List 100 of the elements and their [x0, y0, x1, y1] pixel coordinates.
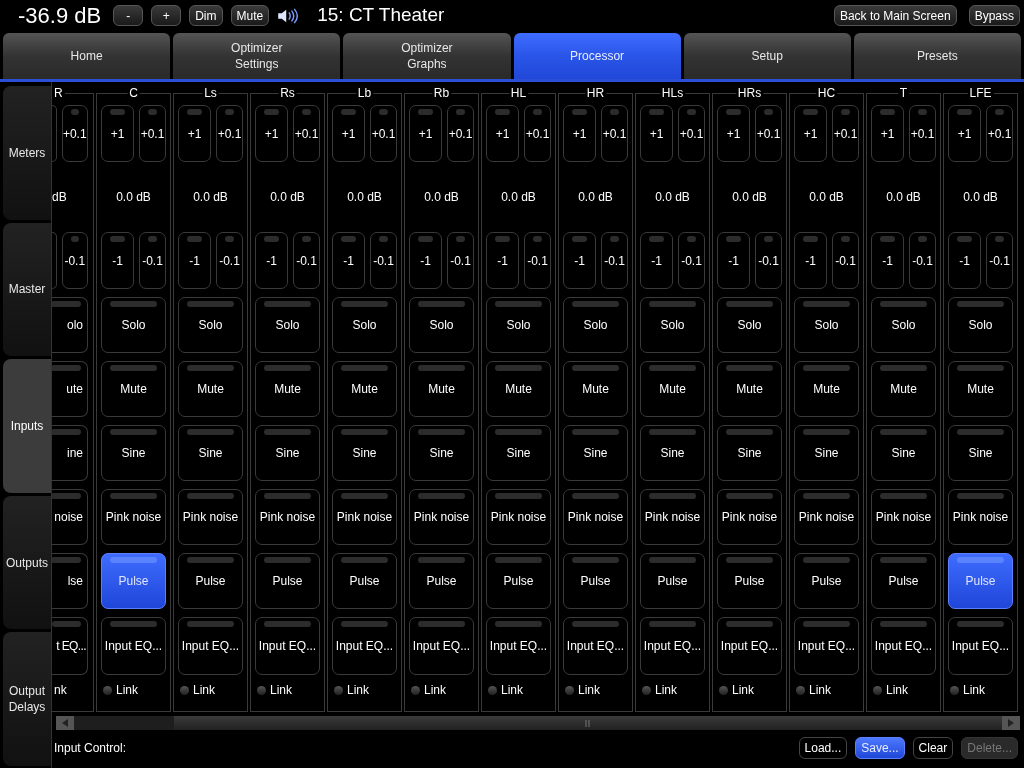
gain-up-button[interactable]: +1 — [255, 105, 288, 162]
gain-down-button[interactable]: -0.1 — [678, 232, 705, 289]
gain-up-button[interactable]: +1 — [794, 105, 827, 162]
link-label[interactable]: Link — [501, 681, 523, 699]
channel-button[interactable]: Pulse — [178, 553, 243, 609]
gain-down-button[interactable]: -0.1 — [755, 232, 782, 289]
channel-button[interactable]: Solo — [409, 297, 474, 353]
gain-up-button[interactable]: +1 — [563, 105, 596, 162]
channel-button[interactable]: Sine — [178, 425, 243, 481]
channel-button[interactable]: Pulse — [486, 553, 551, 609]
channel-button[interactable]: Pulse — [409, 553, 474, 609]
link-label[interactable]: Link — [424, 681, 446, 699]
link-label[interactable]: Link — [578, 681, 600, 699]
channel-button[interactable]: lse — [52, 553, 88, 609]
gain-up-button[interactable]: +1 — [717, 105, 750, 162]
channel-button[interactable]: Sine — [255, 425, 320, 481]
link-label[interactable]: Link — [270, 681, 292, 699]
gain-down-button[interactable]: -1 — [409, 232, 442, 289]
input-eq-button[interactable]: Input EQ... — [178, 617, 243, 675]
channel-button[interactable]: Mute — [717, 361, 782, 417]
gain-up-button[interactable]: +1 — [871, 105, 904, 162]
channel-button[interactable]: Sine — [948, 425, 1013, 481]
gain-down-button[interactable]: -1 — [486, 232, 519, 289]
gain-down-button[interactable]: -1 — [332, 232, 365, 289]
channel-button[interactable]: Pulse — [640, 553, 705, 609]
link-label[interactable]: nk — [54, 681, 67, 699]
channel-button[interactable]: Sine — [563, 425, 628, 481]
input-eq-button[interactable]: Input EQ... — [409, 617, 474, 675]
channel-button[interactable]: Sine — [101, 425, 166, 481]
channel-button[interactable]: Pulse — [948, 553, 1013, 609]
back-button[interactable]: Back to Main Screen — [833, 5, 957, 26]
channel-button[interactable]: Mute — [563, 361, 628, 417]
channel-button[interactable]: Sine — [332, 425, 397, 481]
channel-button[interactable]: Pink noise — [332, 489, 397, 545]
channel-button[interactable]: Solo — [717, 297, 782, 353]
side-tab[interactable]: Meters — [3, 86, 51, 220]
link-label[interactable]: Link — [809, 681, 831, 699]
link-label[interactable]: Link — [732, 681, 754, 699]
channel-button[interactable]: ine — [52, 425, 88, 481]
gain-down-button[interactable]: -1 — [563, 232, 596, 289]
gain-up-button[interactable]: +0.1 — [139, 105, 166, 162]
channel-button[interactable]: Sine — [717, 425, 782, 481]
channel-button[interactable]: olo — [52, 297, 88, 353]
gain-up-button[interactable]: +1 — [332, 105, 365, 162]
channel-button[interactable]: Solo — [332, 297, 397, 353]
gain-down-button[interactable]: -0.1 — [524, 232, 551, 289]
channel-button[interactable]: Sine — [486, 425, 551, 481]
volume-down-button[interactable]: - — [113, 5, 144, 26]
channel-button[interactable]: Pulse — [255, 553, 320, 609]
gain-down-button[interactable]: -0.1 — [601, 232, 628, 289]
channel-button[interactable]: Pink noise — [409, 489, 474, 545]
channel-button[interactable]: Mute — [948, 361, 1013, 417]
channel-button[interactable]: Pink noise — [563, 489, 628, 545]
channel-button[interactable]: Mute — [101, 361, 166, 417]
channel-button[interactable]: Solo — [640, 297, 705, 353]
link-label[interactable]: Link — [347, 681, 369, 699]
gain-down-button[interactable]: -1 — [255, 232, 288, 289]
gain-down-button[interactable]: -0.1 — [909, 232, 936, 289]
tab[interactable]: Presets — [853, 33, 1022, 79]
link-label[interactable]: Link — [655, 681, 677, 699]
gain-up-button[interactable]: +0.1 — [832, 105, 859, 162]
channel-button[interactable]: Sine — [794, 425, 859, 481]
input-eq-button[interactable]: Input EQ... — [871, 617, 936, 675]
gain-up-button[interactable]: +0.1 — [524, 105, 551, 162]
channel-button[interactable]: noise — [52, 489, 88, 545]
channel-button[interactable]: Pink noise — [255, 489, 320, 545]
footer-button[interactable]: Save... — [855, 737, 905, 759]
gain-down-button[interactable]: -0.1 — [447, 232, 474, 289]
gain-down-button[interactable]: -1 — [101, 232, 134, 289]
gain-up-button[interactable]: +1 — [640, 105, 673, 162]
tab[interactable]: Optimizer Settings — [173, 33, 341, 79]
channel-button[interactable]: ute — [52, 361, 88, 417]
gain-down-button[interactable]: -1 — [794, 232, 827, 289]
input-eq-button[interactable]: Input EQ... — [101, 617, 166, 675]
channel-button[interactable]: Pink noise — [640, 489, 705, 545]
channel-button[interactable]: Pink noise — [717, 489, 782, 545]
gain-down-button[interactable]: -1 — [948, 232, 981, 289]
channel-button[interactable]: Pink noise — [794, 489, 859, 545]
channel-button[interactable]: Pulse — [794, 553, 859, 609]
channel-button[interactable]: Mute — [486, 361, 551, 417]
gain-down-button[interactable]: -0.1 — [370, 232, 397, 289]
gain-up-button[interactable]: +1 — [178, 105, 211, 162]
channel-button[interactable]: Pink noise — [178, 489, 243, 545]
side-tab[interactable]: Master — [3, 222, 51, 357]
channel-button[interactable]: Solo — [563, 297, 628, 353]
gain-down-button[interactable]: -0.1 — [832, 232, 859, 289]
gain-up-button[interactable]: +1 — [948, 105, 981, 162]
toggle-button[interactable]: Dim — [189, 5, 223, 26]
input-eq-button[interactable]: t EQ... — [52, 617, 88, 675]
channel-button[interactable]: Sine — [640, 425, 705, 481]
input-eq-button[interactable]: Input EQ... — [255, 617, 320, 675]
input-eq-button[interactable]: Input EQ... — [948, 617, 1013, 675]
gain-down-button[interactable]: -0.1 — [139, 232, 166, 289]
channel-button[interactable]: Pulse — [717, 553, 782, 609]
gain-up-button[interactable]: +0.1 — [755, 105, 782, 162]
tab[interactable]: Optimizer Graphs — [343, 33, 511, 79]
bypass-button[interactable]: Bypass — [968, 5, 1020, 26]
gain-up-button[interactable]: +0.1 — [678, 105, 705, 162]
gain-down-button[interactable]: -0.1 — [216, 232, 243, 289]
gain-up-button[interactable]: +0.1 — [370, 105, 397, 162]
